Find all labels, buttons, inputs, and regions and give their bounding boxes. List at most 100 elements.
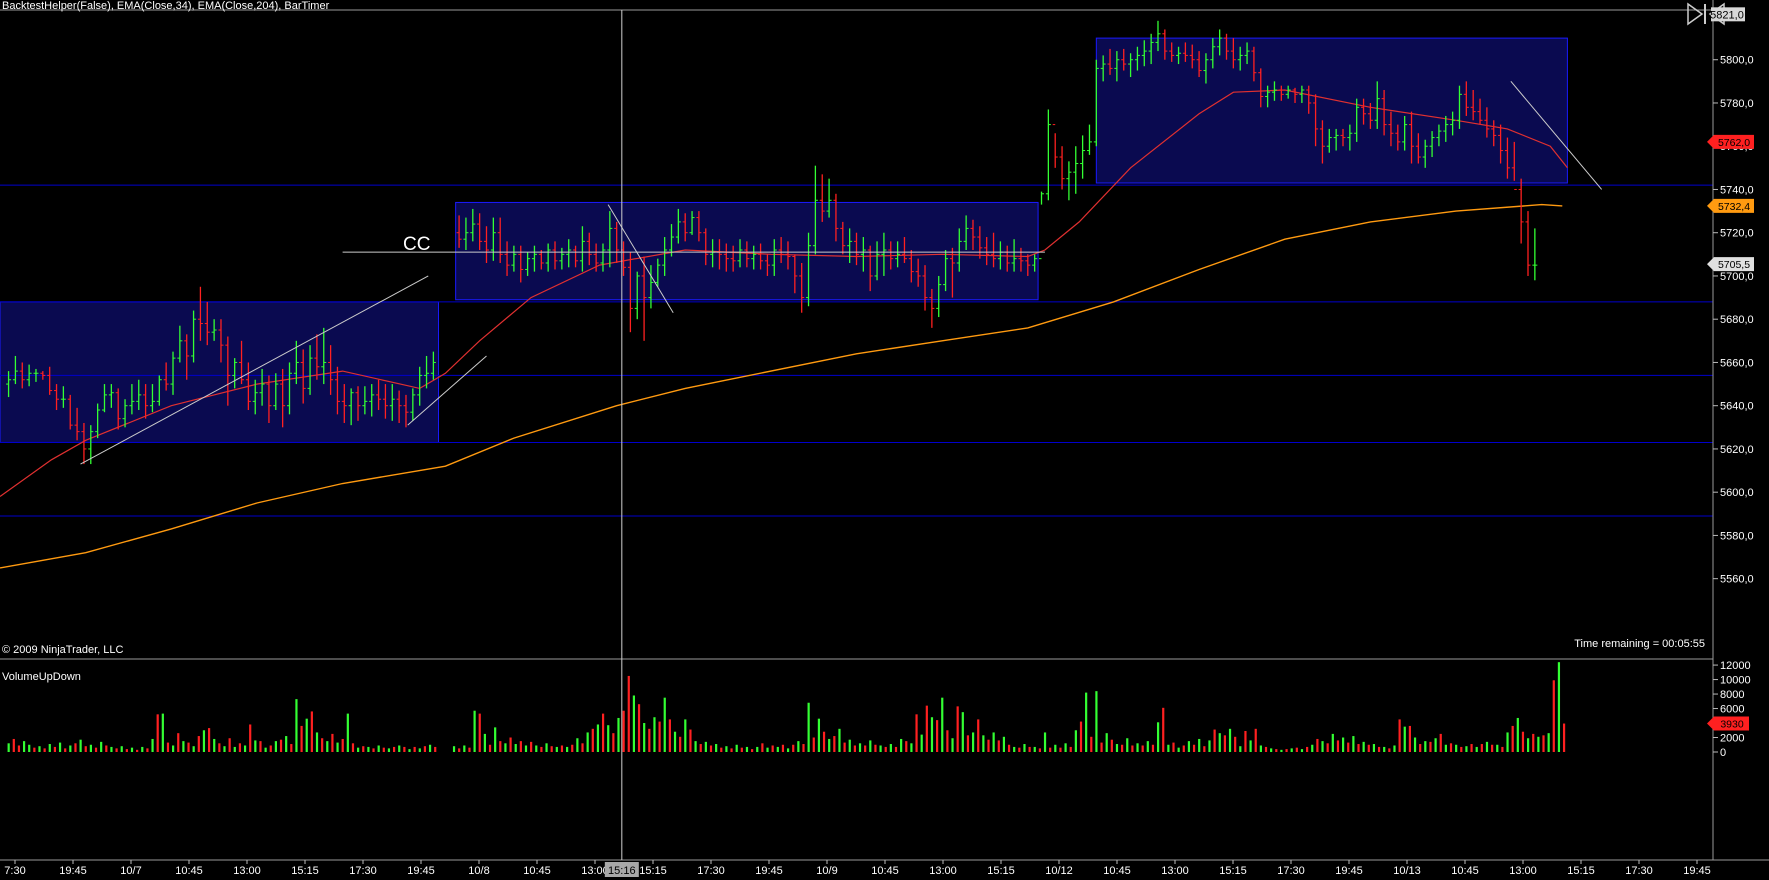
volume-bar <box>936 720 939 752</box>
volume-bar <box>504 743 507 752</box>
volume-bar <box>1347 742 1350 752</box>
volume-bar <box>756 746 759 752</box>
volume-bar <box>704 741 707 752</box>
price-tick-label: 5780,0 <box>1720 98 1754 110</box>
volume-bar <box>540 746 543 752</box>
volume-bar <box>1054 744 1057 752</box>
volume-bar <box>643 723 646 752</box>
volume-bar <box>715 744 718 752</box>
volume-bar <box>663 697 666 752</box>
volume-bar <box>1532 733 1535 752</box>
volume-bar <box>1537 736 1540 752</box>
time-tick-label: 13:00 <box>929 865 957 877</box>
volume-bar <box>1393 745 1396 752</box>
volume-panel-title: VolumeUpDown <box>2 671 81 683</box>
volume-bar <box>1521 731 1525 752</box>
consolidation-box-0[interactable] <box>0 301 440 443</box>
volume-bar <box>879 745 882 752</box>
volume-tick-label: 8000 <box>1720 689 1744 701</box>
time-tick-label: 17:30 <box>349 865 377 877</box>
volume-bar <box>1121 744 1124 752</box>
volume-bar <box>668 719 671 752</box>
price-badge-label: 5705,5 <box>1718 259 1750 271</box>
volume-bar <box>1126 738 1129 752</box>
volume-bar <box>1413 737 1417 752</box>
time-tick-label: 7:30 <box>4 865 25 877</box>
volume-bar <box>434 746 437 752</box>
volume-bar <box>1383 746 1386 752</box>
volume-bar <box>607 725 610 752</box>
time-tick-label: 13:00 <box>1161 865 1189 877</box>
volume-bar <box>166 742 170 752</box>
ninjatrader-chart[interactable]: BacktestHelper(False), EMA(Close,34), EM… <box>0 0 1769 880</box>
volume-bar <box>264 747 267 752</box>
volume-bar <box>843 742 846 752</box>
volume-bar <box>766 747 769 752</box>
volume-bar <box>941 697 944 752</box>
volume-bar <box>817 718 821 752</box>
time-tick-label: 10:45 <box>1103 865 1131 877</box>
volume-bar <box>213 738 216 752</box>
volume-bar <box>197 736 200 752</box>
volume-bar <box>673 731 677 752</box>
volume-bar <box>1079 721 1083 752</box>
volume-bar <box>403 746 406 752</box>
volume-bar <box>699 744 702 752</box>
volume-bar <box>392 746 396 752</box>
volume-bar <box>761 743 764 752</box>
volume-tick-label: 12000 <box>1720 660 1751 672</box>
volume-bar <box>1064 743 1067 752</box>
cc-annotation: CC <box>403 234 430 255</box>
volume-bar <box>771 745 774 752</box>
volume-bar <box>684 719 687 752</box>
volume-bar <box>1372 744 1376 752</box>
volume-bar <box>28 744 31 752</box>
volume-bar <box>207 728 211 752</box>
volume-bar <box>156 714 159 752</box>
volume-bar <box>781 744 785 752</box>
volume-bar <box>786 748 790 752</box>
volume-bar <box>1491 744 1494 752</box>
volume-bar <box>889 744 892 752</box>
volume-bar <box>357 747 360 752</box>
volume-bar <box>1516 717 1519 752</box>
volume-bar <box>1033 746 1036 752</box>
volume-bar <box>53 746 57 752</box>
volume-bar <box>586 732 589 752</box>
price-tick-label: 5620,0 <box>1720 444 1754 456</box>
volume-bar <box>202 730 206 752</box>
time-tick-label: 10:45 <box>1451 865 1479 877</box>
price-tick-label: 5700,0 <box>1720 271 1754 283</box>
volume-bar <box>745 746 749 752</box>
volume-bar <box>428 744 432 752</box>
volume-bar <box>48 744 51 752</box>
volume-bar <box>351 743 355 752</box>
volume-bar <box>7 743 10 752</box>
volume-bar <box>679 736 682 752</box>
volume-bar <box>387 748 391 752</box>
volume-bar <box>571 744 574 752</box>
volume-bar <box>1043 732 1047 752</box>
volume-bar <box>977 719 980 752</box>
volume-bar <box>1408 725 1411 752</box>
volume-bar <box>802 744 805 752</box>
volume-tick-label: 10000 <box>1720 675 1751 687</box>
volume-bar <box>956 706 959 752</box>
volume-bar <box>94 747 98 752</box>
consolidation-box-2[interactable] <box>1095 37 1568 184</box>
volume-bar <box>346 713 349 752</box>
volume-bar <box>1362 741 1365 752</box>
volume-bar <box>1208 740 1211 752</box>
volume-bar <box>488 744 492 752</box>
volume-bar <box>1254 728 1257 752</box>
volume-bar <box>1424 741 1427 752</box>
volume-bar <box>187 742 190 752</box>
volume-bar <box>1038 748 1041 752</box>
volume-bar <box>1162 707 1165 752</box>
volume-bar <box>1110 739 1113 752</box>
volume-bar <box>1203 746 1206 752</box>
time-tick-label: 19:45 <box>1335 865 1363 877</box>
volume-bar <box>1018 747 1021 752</box>
volume-bar <box>838 728 841 752</box>
volume-bar <box>535 745 538 752</box>
